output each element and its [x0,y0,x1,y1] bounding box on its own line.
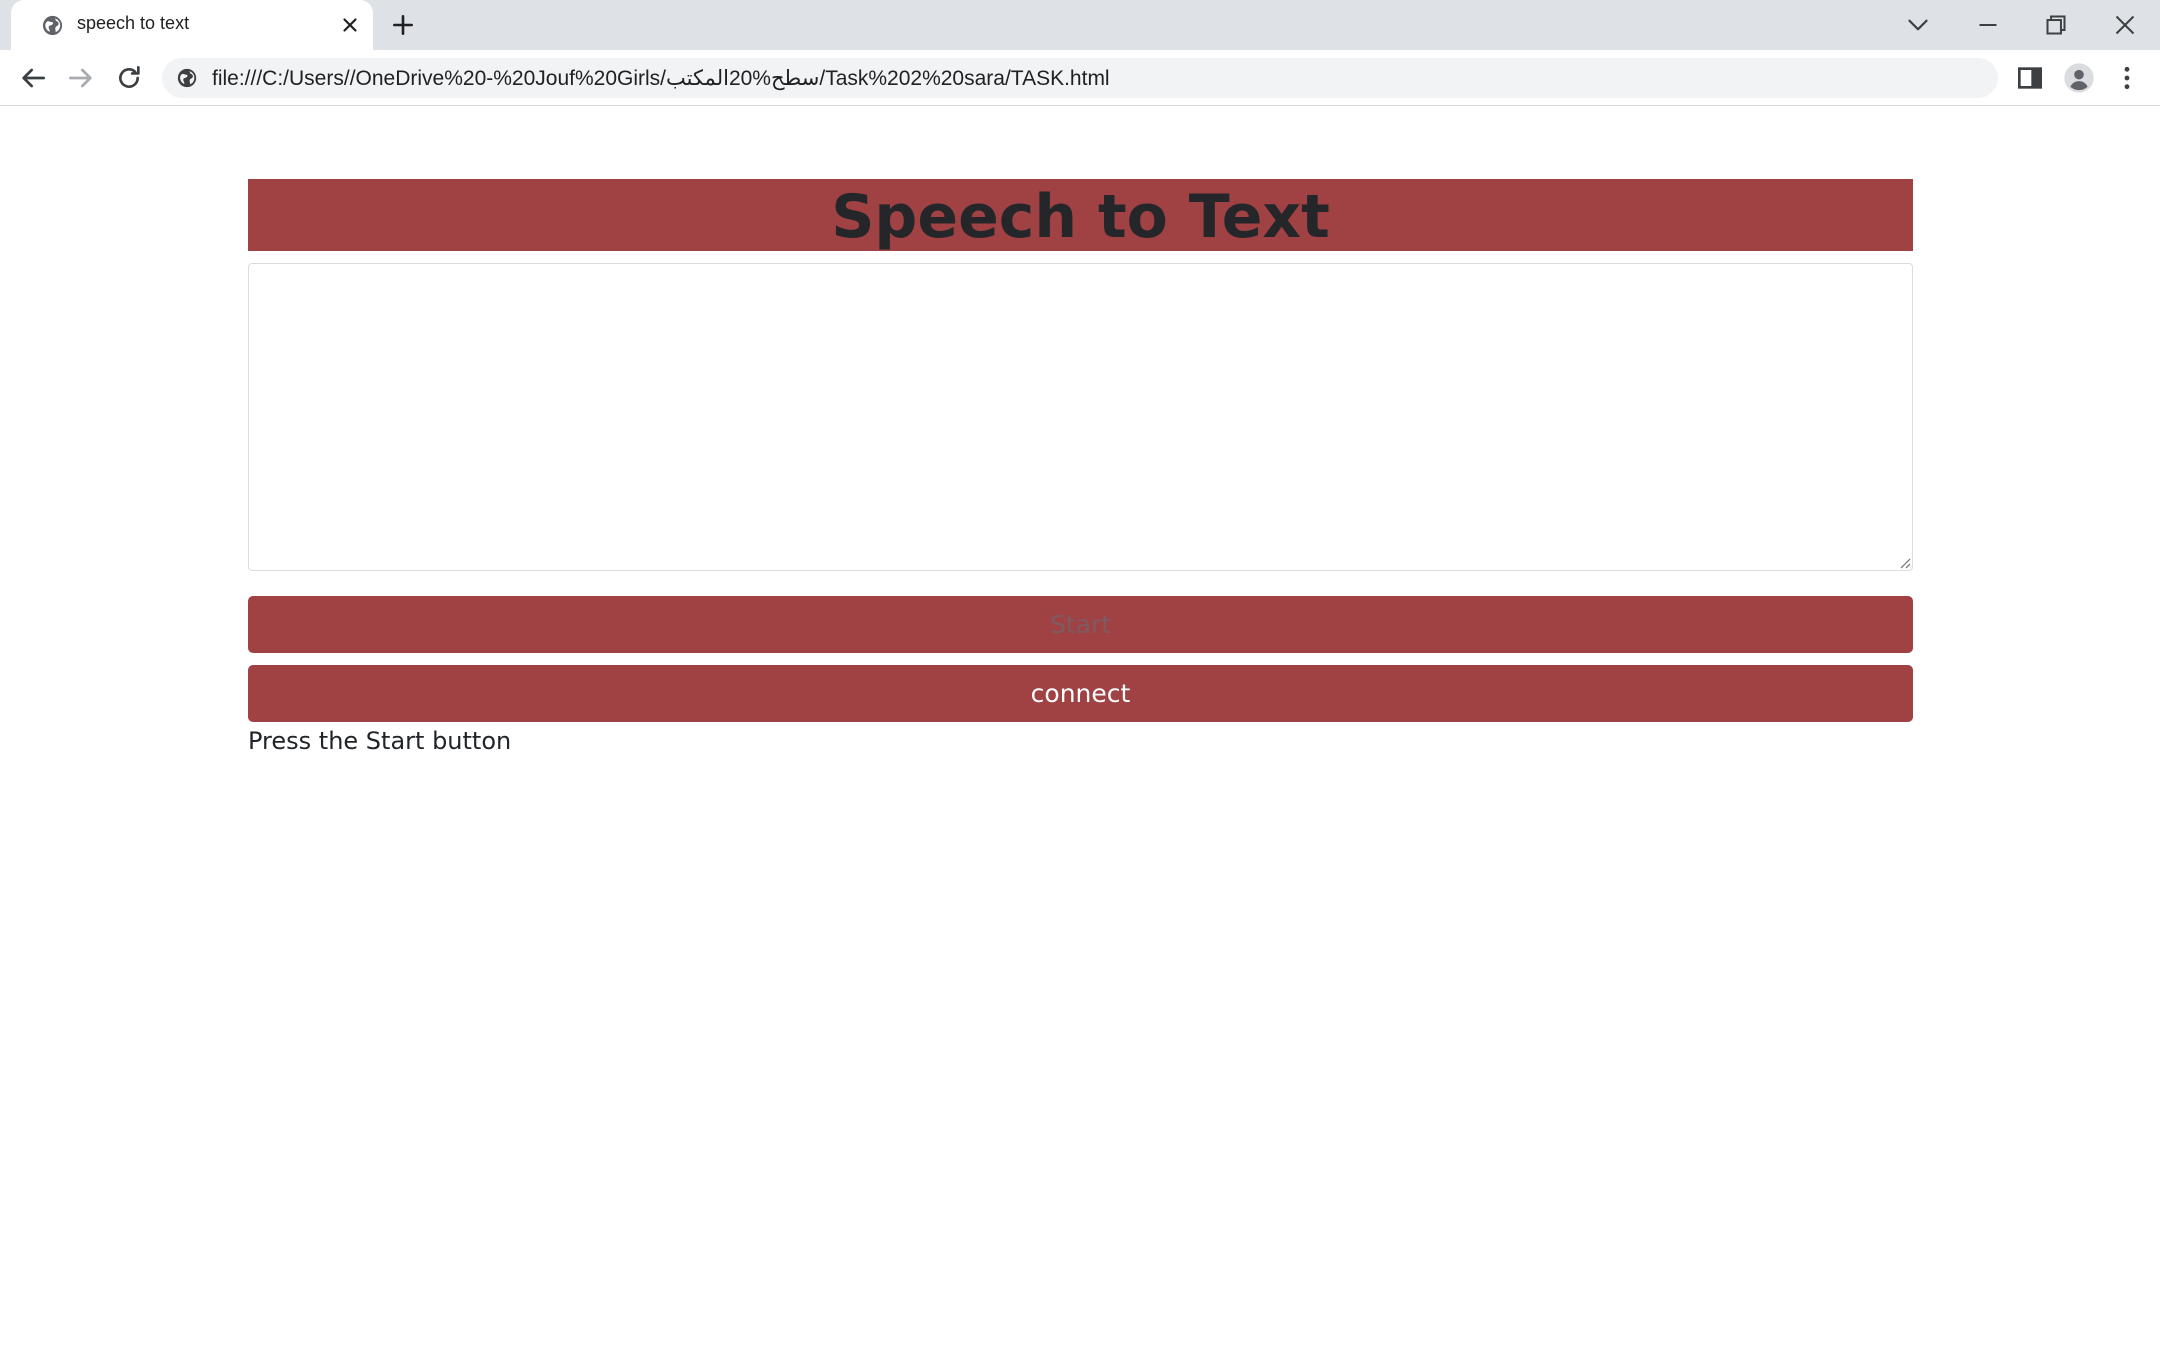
minimize-icon[interactable] [1971,8,2005,42]
tab-title: speech to text [77,13,190,33]
page-content: Speech to Text Start connect Press the S… [0,107,2160,1368]
tab-search-chevron-icon[interactable] [1901,8,1935,42]
back-arrow-icon[interactable] [17,62,49,94]
tab-strip: speech to text [0,0,2160,50]
close-window-icon[interactable] [2108,8,2142,42]
resize-handle-icon[interactable] [1897,555,1911,569]
transcript-textarea[interactable] [248,263,1913,571]
status-text: Press the Start button [248,727,512,755]
new-tab-plus-icon[interactable] [390,12,416,38]
globe-icon [42,15,63,36]
site-globe-icon[interactable] [176,67,198,89]
page-title: Speech to Text [831,182,1330,252]
url-text[interactable]: file:///C:/Users//OneDrive%20-%20Jouf%20… [212,66,1110,91]
profile-avatar-icon[interactable] [2063,62,2095,94]
close-tab-icon[interactable] [339,14,361,36]
side-panel-icon[interactable] [2014,62,2046,94]
kebab-menu-icon[interactable] [2111,62,2143,94]
address-bar[interactable]: file:///C:/Users//OneDrive%20-%20Jouf%20… [162,58,1998,98]
restore-icon[interactable] [2039,8,2073,42]
connect-button[interactable]: connect [248,665,1913,722]
header-banner: Speech to Text [248,179,1913,252]
browser-tab[interactable]: speech to text [11,0,373,50]
reload-icon[interactable] [113,62,145,94]
start-button[interactable]: Start [248,596,1913,653]
forward-arrow-icon[interactable] [65,62,97,94]
browser-toolbar: file:///C:/Users//OneDrive%20-%20Jouf%20… [0,50,2160,106]
